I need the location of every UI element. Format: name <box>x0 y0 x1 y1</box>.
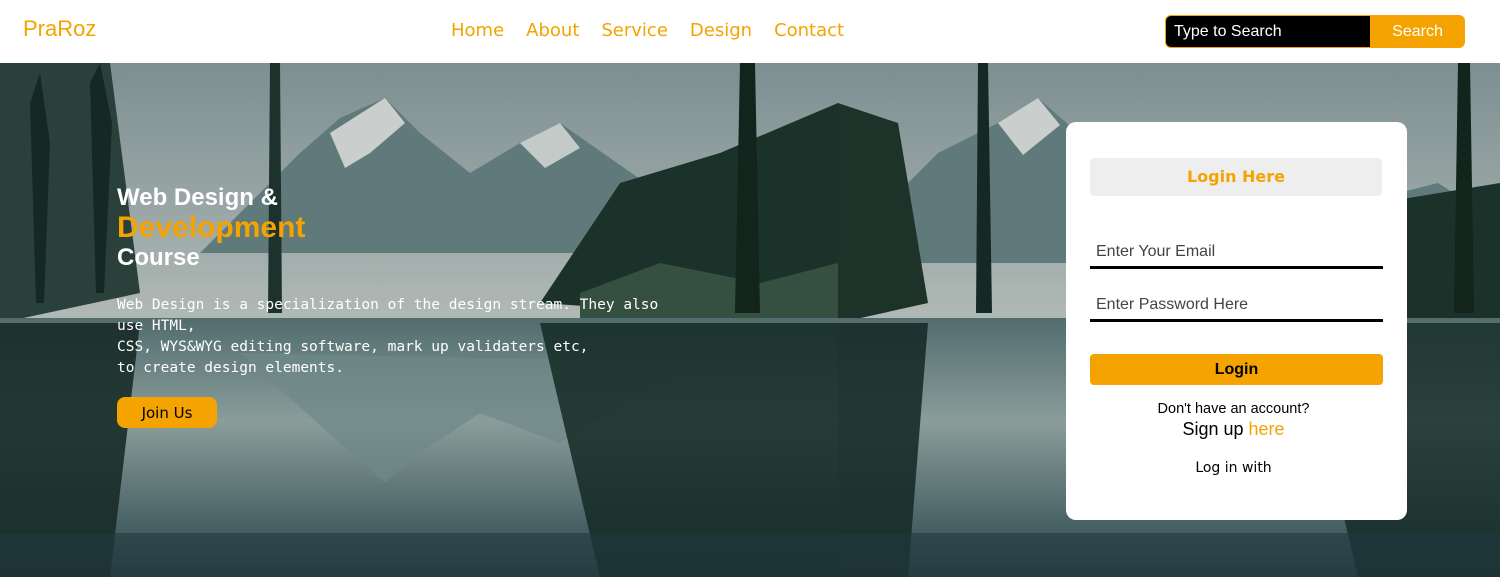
login-title: Login Here <box>1090 158 1382 196</box>
search-bar: Search <box>1165 15 1465 48</box>
hero-description-line: to create design elements. <box>117 360 344 376</box>
login-button[interactable]: Login <box>1090 354 1383 385</box>
nav-contact[interactable]: Contact <box>774 20 844 41</box>
hero-heading-line1: Web Design & <box>117 184 278 211</box>
login-card: Login Here Login Don't have an account? … <box>1066 122 1407 520</box>
hero-description-line: Web Design is a specialization of the de… <box>117 297 659 334</box>
password-field[interactable] <box>1090 290 1383 322</box>
hero-banner: Web Design & Development Course Web Desi… <box>0 63 1500 577</box>
login-with-text: Log in with <box>1195 460 1272 476</box>
hero-heading-line3: Course <box>117 244 200 271</box>
nav-service[interactable]: Service <box>601 20 668 41</box>
top-navbar: PraRoz Home About Service Design Contact… <box>0 0 1500 63</box>
nav-design[interactable]: Design <box>690 20 752 41</box>
nav-about[interactable]: About <box>526 20 579 41</box>
search-input[interactable] <box>1165 15 1370 48</box>
signup-prefix: Sign up <box>1182 419 1244 439</box>
hero-heading-highlight: Development <box>117 211 306 244</box>
main-menu: Home About Service Design Contact <box>440 20 855 41</box>
no-account-text: Don't have an account? <box>1157 401 1310 417</box>
search-button[interactable]: Search <box>1370 15 1465 48</box>
join-us-button[interactable]: Join Us <box>117 397 217 428</box>
email-field[interactable] <box>1090 237 1383 269</box>
brand-logo[interactable]: PraRoz <box>23 16 96 42</box>
nav-home[interactable]: Home <box>451 20 504 41</box>
signup-link[interactable]: here <box>1249 419 1285 439</box>
signup-line: Sign up here <box>1066 419 1401 440</box>
hero-description: Web Design is a specialization of the de… <box>117 295 677 379</box>
hero-text: Web Design & Development Course Web Desi… <box>117 183 677 379</box>
hero-description-line: CSS, WYS&WYG editing software, mark up v… <box>117 339 589 355</box>
